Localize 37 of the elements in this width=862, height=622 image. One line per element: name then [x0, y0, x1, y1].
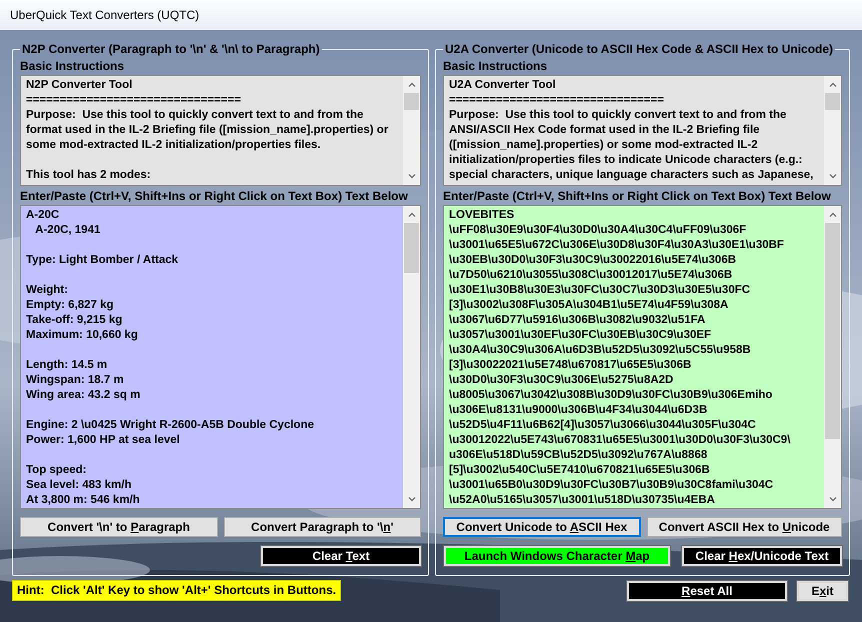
instructions-box[interactable]: U2A Converter Tool ================================ Purpose: Use this tool to quickly convert text to and from the ANSI/ASCII Hex Code format used in the IL-2 Briefing file ([mission_name].properties) or some mod-extracted IL-2 initialization/properties files to indicate Unicode characters (e.g.: special characters, unique language characters such as Japanese,	[443, 75, 842, 186]
scroll-thumb[interactable]	[404, 223, 419, 273]
input-field[interactable]: LOVEBITES \uFF08\u30E9\u30F4\u30D0\u30A4\u30C4\uFF09\u306F \u3001\u65E5\u672C\u306E\u30D8\u30F4\u30A3\u30E1\u30BF \u30EB\u30D0\u30F3\u30C9\u30022016\u5E74\u306B \u7D50\u6210\u3055\u308C\u30012017\u5E74\u306B \u30E1\u30B8\u30E3\u30FC\u30C7\u30D3\u30E5\u30FC [3]\u3002\u308F\u305A\u304B1\u5E74\u4F59\u308A \u3067\u6D77\u5916\u306B\u3082\u9032\u51FA \u3057\u3001\u30EF\u30FC\u30EB\u30C9\u30EF \u30A4\u30C9\u306A\u6D3B\u52D5\u3092\u5C55\u958B [3]\u30022021\u5E748\u670817\u65E5\u306B \u30D0\u30F3\u30C9\u306E\u5275\u8A2D \u8005\u3067\u3042\u308B\u30D9\u30FC\u30B9\u306Emiho \u306E\u8131\u9000\u306B\u4F34\u3044\u6D3B \u52D5\u4F11\u6B62[4]\u3057\u3066\u3044\u305F\u304C \u30012022\u5E743\u670831\u65E5\u3001\u30D0\u30F3\u30C9\ u306E\u518D\u59CB\u52D5\u3092\u767A\u8868 [5]\u3002\u540C\u5E7410\u670821\u65E5\u306B \u3001\u65B0\u30D9\u30FC\u30B7\u30B9\u30C8fami\u304C \u52A0\u5165\u3057\u3001\u518D\u30735\u4EBA	[443, 205, 842, 509]
scroll-thumb[interactable]	[825, 93, 840, 110]
scroll-up-icon[interactable]	[408, 82, 416, 87]
instructions-box[interactable]: N2P Converter Tool ================================ Purpose: Use this tool to quickly convert text to and from the format used in the IL-2 Briefing file ([mission_name].properties) or some mod-extracted IL-2 initialization/properties files. This tool has 2 modes:	[20, 75, 421, 186]
scroll-thumb[interactable]	[404, 93, 419, 110]
scroll-thumb[interactable]	[825, 223, 840, 439]
window-title: UberQuick Text Converters (UQTC)	[10, 8, 200, 22]
scroll-up-icon[interactable]	[408, 212, 416, 217]
scrollbar[interactable]	[403, 206, 420, 508]
footer-button[interactable]: Reset All	[627, 580, 787, 600]
convert-button[interactable]: Convert ASCII Hex to Unicode	[646, 517, 842, 537]
section-label: Enter/Paste (Ctrl+V, Shift+Ins or Right Click on Text Box) Text Below	[20, 188, 409, 205]
section-label: Basic Instructions	[20, 58, 126, 75]
action-button[interactable]: Clear Text	[261, 546, 421, 566]
scrollbar[interactable]	[824, 76, 841, 185]
section-label: Enter/Paste (Ctrl+V, Shift+Ins or Right Click on Text Box) Text Below	[443, 188, 832, 205]
scroll-down-icon[interactable]	[408, 497, 416, 502]
footer-button[interactable]: Exit	[797, 580, 848, 600]
convert-button[interactable]: Convert Paragraph to '\n'	[224, 517, 421, 537]
scroll-up-icon[interactable]	[828, 82, 836, 87]
scroll-down-icon[interactable]	[828, 497, 836, 502]
scrollbar[interactable]	[403, 76, 420, 185]
group-title: N2P Converter (Paragraph to '\n' & '\n\ to Paragraph)	[21, 42, 321, 56]
scrollbar[interactable]	[824, 206, 841, 508]
scroll-down-icon[interactable]	[408, 174, 416, 179]
input-field[interactable]: A-20C A-20C, 1941 Type: Light Bomber / Attack Weight: Empty: 6,827 kg Take-off: 9,215 kg Maximum: 10,660 kg Length: 14.5 m Wingspan: 18.7 m Wing area: 43.2 sq m Engine: 2 \u0425 Wright R-2600-A5B Double Cyclone Power: 1,600 HP at sea level Top speed: Sea level: 483 km/h At 3,800 m: 546 km/h	[20, 205, 421, 509]
scroll-up-icon[interactable]	[828, 212, 836, 217]
scroll-down-icon[interactable]	[828, 174, 836, 179]
convert-button[interactable]: Convert Unicode to ASCII Hex	[443, 517, 640, 537]
convert-button[interactable]: Convert '\n' to Paragraph	[20, 517, 218, 537]
section-label: Basic Instructions	[443, 58, 548, 75]
hint-text: Hint: Click 'Alt' Key to show 'Alt+' Shortcuts in Buttons.	[12, 580, 342, 601]
action-button[interactable]: Clear Hex/Unicode Text	[682, 546, 842, 566]
group-title: U2A Converter (Unicode to ASCII Hex Code & ASCII Hex to Unicode)	[444, 42, 834, 56]
action-button[interactable]: Launch Windows Character Map	[444, 546, 670, 566]
